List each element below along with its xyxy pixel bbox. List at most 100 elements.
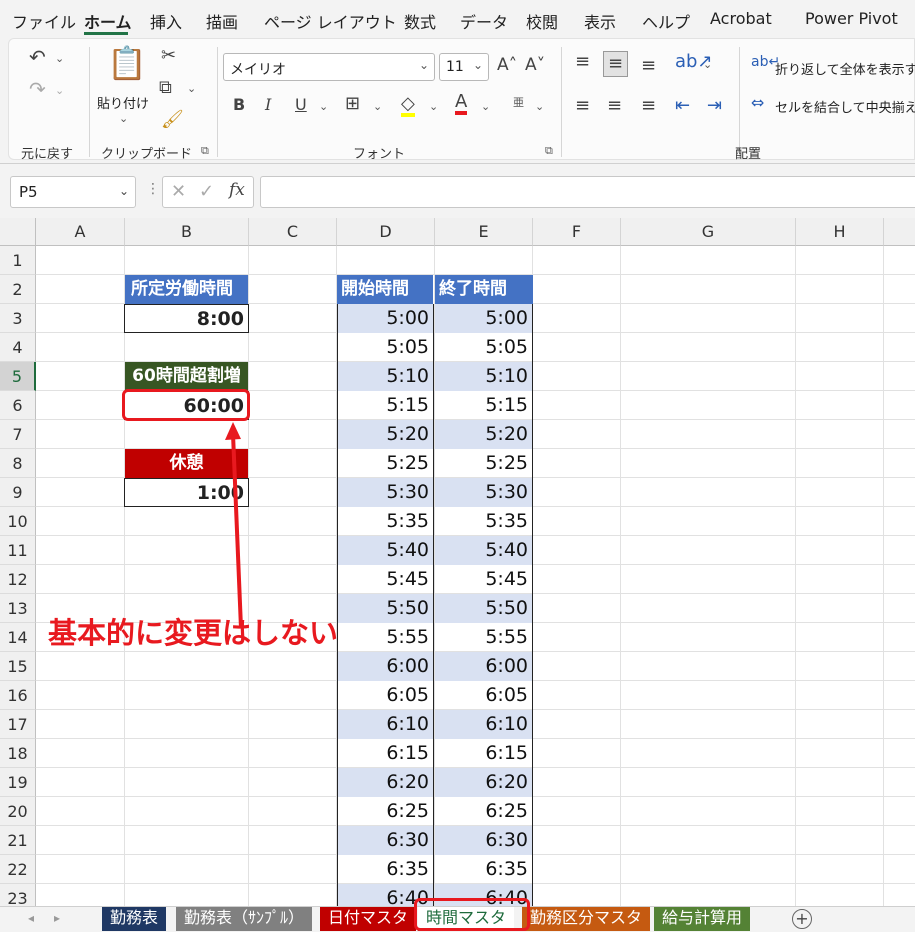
end-time-cell[interactable]: 6:20 <box>435 768 533 797</box>
column-header-d[interactable]: D <box>337 218 435 246</box>
align-left-icon[interactable]: ≡ <box>575 97 590 115</box>
align-top-icon[interactable]: ≡ <box>575 53 590 71</box>
sheet-tab-kinmuhyo-sample[interactable]: 勤務表（ｻﾝﾌﾟﾙ） <box>176 907 313 931</box>
column-header-h[interactable]: H <box>796 218 884 246</box>
decrease-indent-icon[interactable]: ⇤ <box>675 97 690 115</box>
row-header-6[interactable]: 6 <box>0 391 36 420</box>
orientation-dropdown-icon[interactable]: ⌄ <box>703 59 712 70</box>
tab-home[interactable]: ホーム <box>84 9 132 33</box>
tab-acrobat[interactable]: Acrobat <box>710 9 772 28</box>
column-header-b[interactable]: B <box>125 218 249 246</box>
fill-dropdown-icon[interactable]: ⌄ <box>429 101 438 112</box>
scroll-right-icon[interactable]: ▸ <box>54 911 60 925</box>
paste-dropdown-icon[interactable]: ⌄ <box>119 113 128 124</box>
font-color-dropdown-icon[interactable]: ⌄ <box>481 101 490 112</box>
start-time-cell[interactable]: 5:45 <box>337 565 434 594</box>
column-header-f[interactable]: F <box>533 218 621 246</box>
start-time-cell[interactable]: 6:15 <box>337 739 434 768</box>
row-header-22[interactable]: 22 <box>0 855 36 884</box>
end-time-cell[interactable]: 5:55 <box>435 623 533 652</box>
end-time-cell[interactable]: 5:45 <box>435 565 533 594</box>
end-time-cell[interactable]: 6:25 <box>435 797 533 826</box>
row-header-1[interactable]: 1 <box>0 246 36 275</box>
row-header-18[interactable]: 18 <box>0 739 36 768</box>
sheet-tab-payroll[interactable]: 給与計算用 <box>654 907 751 931</box>
scroll-left-icon[interactable]: ◂ <box>28 911 34 925</box>
more-options-icon[interactable]: ⋮ <box>146 182 160 196</box>
row-header-3[interactable]: 3 <box>0 304 36 333</box>
bold-button[interactable]: B <box>233 97 245 113</box>
start-time-cell[interactable]: 5:00 <box>337 304 434 333</box>
row-header-13[interactable]: 13 <box>0 594 36 623</box>
enter-icon[interactable]: ✓ <box>199 183 214 201</box>
tab-file[interactable]: ファイル <box>12 9 76 33</box>
row-header-16[interactable]: 16 <box>0 681 36 710</box>
end-time-cell[interactable]: 5:30 <box>435 478 533 507</box>
start-time-cell[interactable]: 5:05 <box>337 333 434 362</box>
cancel-icon[interactable]: ✕ <box>171 183 186 201</box>
start-time-cell[interactable]: 5:20 <box>337 420 434 449</box>
end-time-cell[interactable]: 5:00 <box>435 304 533 333</box>
end-time-cell[interactable]: 5:35 <box>435 507 533 536</box>
column-header-a[interactable]: A <box>36 218 125 246</box>
format-painter-icon[interactable]: 🖌 <box>161 111 184 129</box>
redo-icon[interactable]: ↷ <box>29 79 46 99</box>
start-time-cell[interactable]: 5:10 <box>337 362 434 391</box>
underline-dropdown-icon[interactable]: ⌄ <box>319 101 328 112</box>
row-header-14[interactable]: 14 <box>0 623 36 652</box>
start-time-cell[interactable]: 6:20 <box>337 768 434 797</box>
undo-dropdown-icon[interactable]: ⌄ <box>55 53 64 64</box>
column-header-i[interactable] <box>884 218 915 246</box>
undo-icon[interactable]: ↶ <box>29 47 46 67</box>
row-header-20[interactable]: 20 <box>0 797 36 826</box>
sheet-tab-date-master[interactable]: 日付マスタ <box>320 907 417 931</box>
italic-button[interactable]: I <box>265 97 271 113</box>
row-header-19[interactable]: 19 <box>0 768 36 797</box>
start-time-cell[interactable]: 5:55 <box>337 623 434 652</box>
row-header-10[interactable]: 10 <box>0 507 36 536</box>
tab-formulas[interactable]: 数式 <box>404 9 436 33</box>
row-header-17[interactable]: 17 <box>0 710 36 739</box>
decrease-font-icon[interactable]: A˅ <box>525 57 545 74</box>
insert-function-icon[interactable]: fx <box>229 182 245 199</box>
phonetic-icon[interactable]: 亜 <box>513 97 524 108</box>
end-time-cell[interactable]: 5:40 <box>435 536 533 565</box>
overtime-header[interactable]: 60時間超割増 <box>125 362 248 391</box>
redo-dropdown-icon[interactable]: ⌄ <box>55 85 64 96</box>
row-header-12[interactable]: 12 <box>0 565 36 594</box>
end-time-cell[interactable]: 5:10 <box>435 362 533 391</box>
row-header-21[interactable]: 21 <box>0 826 36 855</box>
start-time-cell[interactable]: 6:35 <box>337 855 434 884</box>
end-time-cell[interactable]: 5:20 <box>435 420 533 449</box>
end-time-cell[interactable]: 6:05 <box>435 681 533 710</box>
row-header-11[interactable]: 11 <box>0 536 36 565</box>
column-header-g[interactable]: G <box>621 218 796 246</box>
clipboard-launcher-icon[interactable]: ⧉ <box>201 145 209 156</box>
formula-input[interactable] <box>260 176 915 208</box>
align-right-icon[interactable]: ≡ <box>641 97 656 115</box>
row-header-9[interactable]: 9 <box>0 478 36 507</box>
name-box[interactable]: P5 ⌄ <box>10 176 136 208</box>
end-time-cell[interactable]: 5:25 <box>435 449 533 478</box>
row-header-7[interactable]: 7 <box>0 420 36 449</box>
row-header-8[interactable]: 8 <box>0 449 36 478</box>
scheduled-hours-value[interactable]: 8:00 <box>124 304 249 333</box>
tab-data[interactable]: データ <box>460 9 508 33</box>
end-time-cell[interactable]: 5:50 <box>435 594 533 623</box>
start-time-cell[interactable]: 6:10 <box>337 710 434 739</box>
font-color-icon[interactable]: A <box>455 93 468 115</box>
tab-page-layout[interactable]: ページ レイアウト <box>264 9 397 33</box>
row-header-2[interactable]: 2 <box>0 275 36 304</box>
row-header-4[interactable]: 4 <box>0 333 36 362</box>
copy-dropdown-icon[interactable]: ⌄ <box>187 83 196 94</box>
row-header-5[interactable]: 5 <box>0 362 36 391</box>
start-time-cell[interactable]: 5:40 <box>337 536 434 565</box>
end-time-cell[interactable]: 6:10 <box>435 710 533 739</box>
paste-icon[interactable]: 📋 <box>107 47 147 79</box>
end-time-cell[interactable]: 6:30 <box>435 826 533 855</box>
tab-draw[interactable]: 描画 <box>206 9 238 33</box>
sheet-tab-work-category-master[interactable]: 勤務区分マスタ <box>522 907 651 931</box>
start-time-cell[interactable]: 6:05 <box>337 681 434 710</box>
column-header-e[interactable]: E <box>435 218 533 246</box>
tab-view[interactable]: 表示 <box>584 9 616 33</box>
